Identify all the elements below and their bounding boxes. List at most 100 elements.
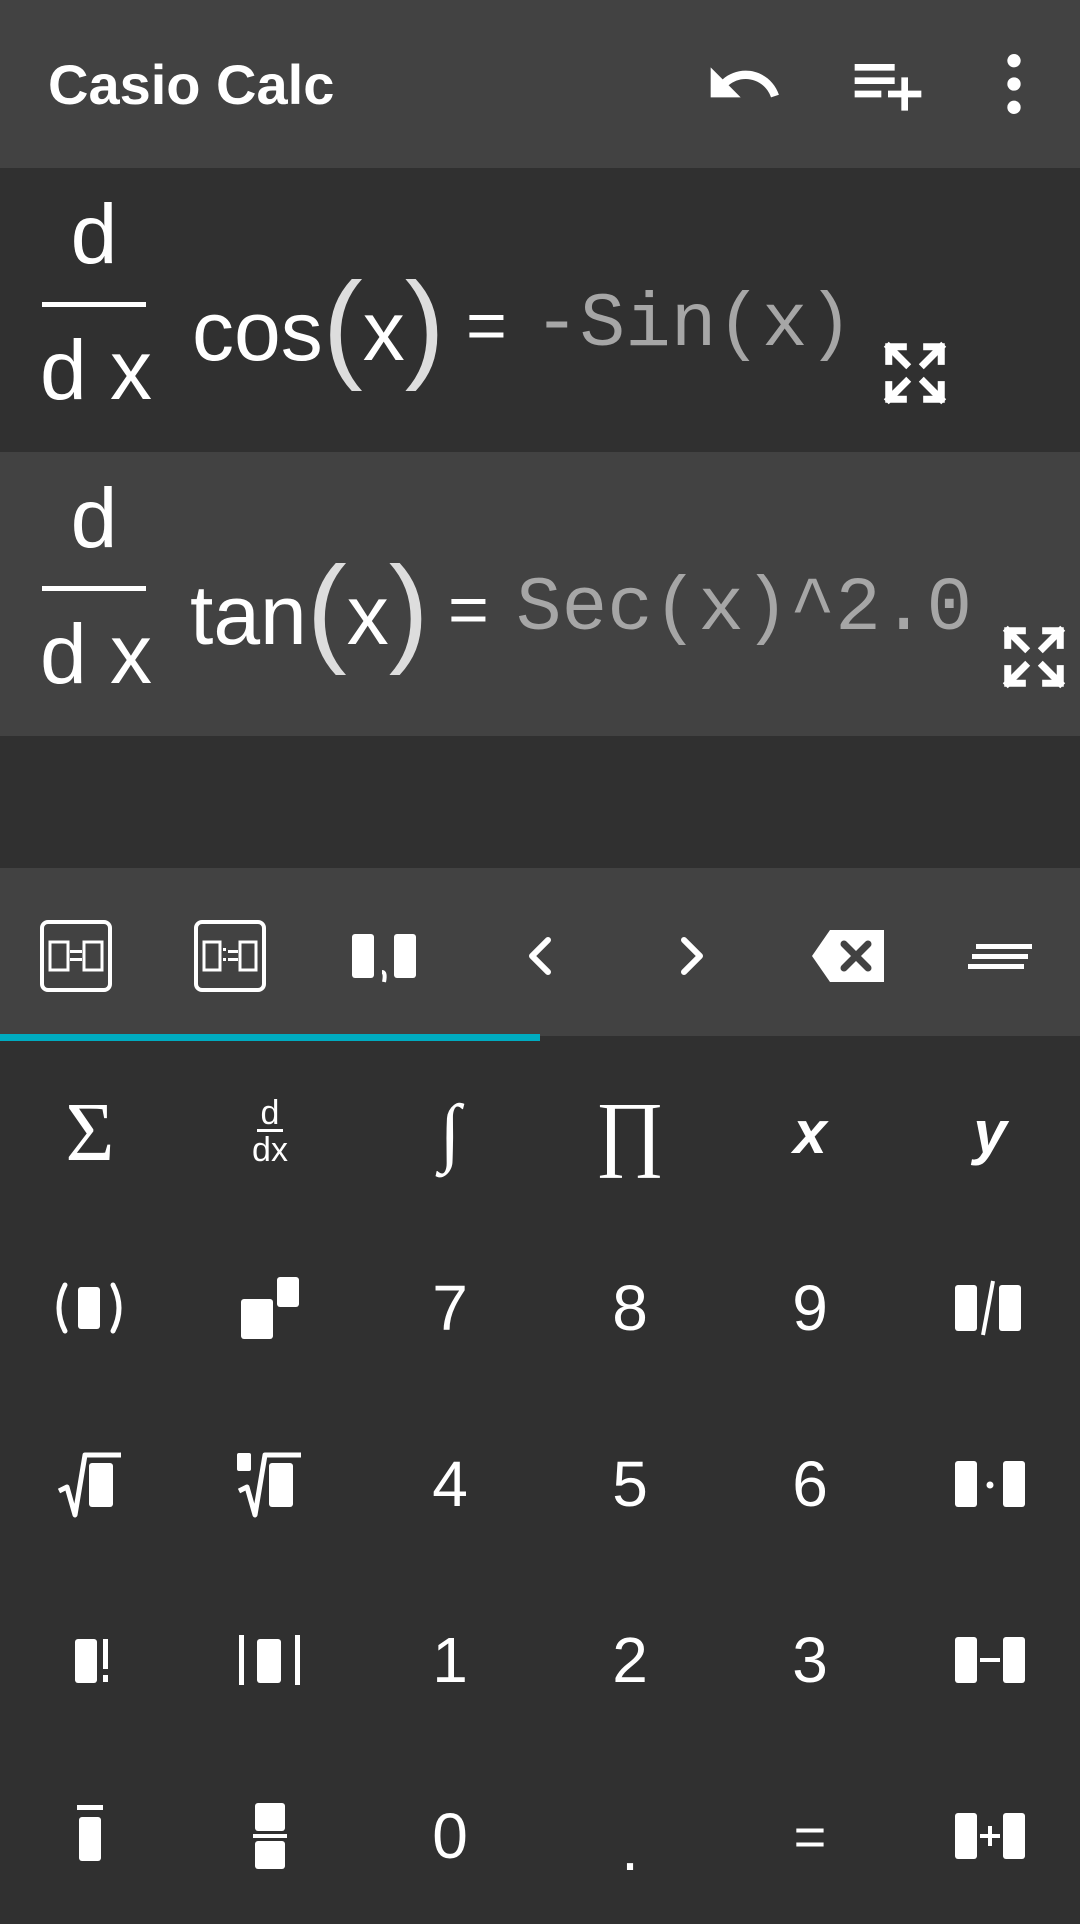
derivative-key[interactable]: d dx <box>180 1044 360 1220</box>
multiply-key[interactable] <box>900 1396 1080 1572</box>
decimal-point-key[interactable]: . <box>540 1748 720 1924</box>
app-title: Casio Calc <box>48 53 335 116</box>
product-key[interactable]: ∏ <box>540 1044 720 1220</box>
history-item[interactable]: d d x cos(x) = -Sin(x) <box>0 168 1080 452</box>
derivative-denominator: dx <box>252 1130 288 1169</box>
equation-template-button[interactable] <box>28 908 124 1004</box>
cursor-left-button[interactable] <box>492 908 588 1004</box>
product-glyph: ∏ <box>595 1085 665 1179</box>
nth-root-key[interactable] <box>180 1396 360 1572</box>
edit-toolbar <box>0 868 1080 1036</box>
close-paren: ) <box>404 258 445 392</box>
digit-4-label: 4 <box>432 1448 468 1520</box>
plus-icon <box>955 1813 1025 1859</box>
multiply-icon <box>955 1461 1025 1507</box>
y-variable-key[interactable]: y <box>900 1044 1080 1220</box>
function-name: cos <box>192 284 323 378</box>
digit-6-label: 6 <box>792 1448 828 1520</box>
overflow-menu-button[interactable] <box>974 44 1054 124</box>
fraction-key[interactable] <box>180 1748 360 1924</box>
digit-8-label: 8 <box>612 1272 648 1344</box>
factorial-key[interactable] <box>0 1572 180 1748</box>
subtract-key[interactable] <box>900 1572 1080 1748</box>
close-paren: ) <box>388 542 429 676</box>
equals-key[interactable]: = <box>720 1748 900 1924</box>
backspace-button[interactable] <box>800 908 896 1004</box>
square-root-key[interactable] <box>0 1396 180 1572</box>
sqrt-icon <box>57 1452 121 1518</box>
undo-icon <box>710 67 779 98</box>
function-variable: x <box>362 284 405 378</box>
y-glyph: y <box>973 1098 1007 1166</box>
overline-key[interactable] <box>0 1748 180 1924</box>
factorial-icon <box>75 1639 108 1683</box>
sum-key[interactable]: Σ <box>0 1044 180 1220</box>
fraction-numerator: d <box>70 187 118 281</box>
divide-key[interactable] <box>900 1220 1080 1396</box>
digit-3-label: 3 <box>792 1624 828 1696</box>
add-key[interactable] <box>900 1748 1080 1924</box>
digit-9-key[interactable]: 9 <box>720 1220 900 1396</box>
digit-9-label: 9 <box>792 1272 828 1344</box>
digit-7-label: 7 <box>432 1272 468 1344</box>
expand-button[interactable] <box>880 338 950 408</box>
fraction-bar <box>42 302 146 307</box>
digit-0-key[interactable]: 0 <box>360 1748 540 1924</box>
digit-0-label: 0 <box>432 1800 468 1872</box>
digit-6-key[interactable]: 6 <box>720 1396 900 1572</box>
digit-4-key[interactable]: 4 <box>360 1396 540 1572</box>
equals-sign: = <box>448 570 489 648</box>
history-item[interactable]: d d x tan(x) = Sec(x)^2.0 <box>0 452 1080 736</box>
digit-2-key[interactable]: 2 <box>540 1572 720 1748</box>
overline-icon <box>77 1805 103 1861</box>
x-variable-key[interactable]: x <box>720 1044 900 1220</box>
fraction-denominator: d x <box>40 323 153 417</box>
clear-all-button[interactable] <box>956 908 1052 1004</box>
minus-icon <box>955 1637 1025 1683</box>
fraction-bar <box>42 586 146 591</box>
fraction-icon <box>253 1803 287 1869</box>
fullscreen-icon <box>1002 625 1066 689</box>
keypad: Σ d dx ∫ ∏ x y 7 8 9 4 5 6 1 2 3 0 . = <box>0 1044 1080 1920</box>
equation-box-icon <box>40 920 112 992</box>
digit-2-label: 2 <box>612 1624 648 1696</box>
assignment-template-button[interactable] <box>182 908 278 1004</box>
comma-boxes-icon <box>352 934 416 983</box>
open-paren: ( <box>322 258 363 392</box>
parentheses-key[interactable] <box>0 1220 180 1396</box>
result-answer: Sec(x)^2.0 <box>516 566 973 652</box>
backspace-icon <box>812 930 884 982</box>
absolute-value-icon <box>239 1635 300 1685</box>
expression: cos(x) <box>192 265 445 386</box>
undo-button[interactable] <box>704 44 784 124</box>
more-vert-icon <box>1007 54 1021 114</box>
tab-indicator <box>0 1034 540 1041</box>
power-key[interactable] <box>180 1220 360 1396</box>
clear-all-icon <box>968 944 1032 969</box>
cursor-right-button[interactable] <box>644 908 740 1004</box>
expression: tan(x) <box>190 549 429 670</box>
sum-glyph: Σ <box>65 1085 115 1179</box>
parentheses-box-icon <box>56 1282 122 1334</box>
app-bar: Casio Calc <box>0 0 1080 168</box>
absolute-value-key[interactable] <box>180 1572 360 1748</box>
function-variable: x <box>346 568 389 662</box>
digit-1-key[interactable]: 1 <box>360 1572 540 1748</box>
fraction-denominator: d x <box>40 607 153 701</box>
playlist-add-icon <box>854 64 922 111</box>
chevron-right-icon <box>681 937 703 975</box>
divide-icon <box>955 1280 1021 1336</box>
digit-5-key[interactable]: 5 <box>540 1396 720 1572</box>
assign-box-icon <box>194 920 266 992</box>
digit-7-key[interactable]: 7 <box>360 1220 540 1396</box>
expand-button[interactable] <box>999 622 1069 692</box>
fraction-numerator: d <box>70 471 118 565</box>
add-to-list-button[interactable] <box>848 44 928 124</box>
integral-key[interactable]: ∫ <box>360 1044 540 1220</box>
digit-8-key[interactable]: 8 <box>540 1220 720 1396</box>
equals-label: = <box>793 1804 827 1868</box>
open-paren: ( <box>306 542 347 676</box>
digit-3-key[interactable]: 3 <box>720 1572 900 1748</box>
equals-sign: = <box>466 286 507 364</box>
comma-separator-button[interactable] <box>336 908 432 1004</box>
